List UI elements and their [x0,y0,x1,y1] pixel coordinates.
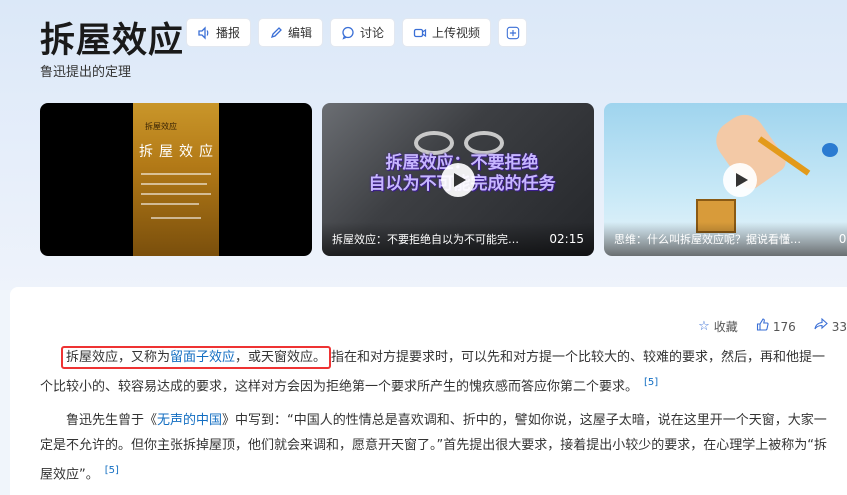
video-thumbnail-book: 拆屋效应 拆屋效应 [133,103,219,256]
definition-text: 拆屋效应，又称为 [66,350,171,365]
collect-button[interactable]: ☆ 收藏 [698,318,738,335]
video-duration: 02:15 [549,232,584,246]
video-title: 拆屋效应：不要拒绝自以为不可能完… [332,233,519,246]
video-card-3[interactable]: 思维：什么叫拆屋效应呢？据说看懂… 00 [604,103,847,256]
highlighted-definition: 拆屋效应，又称为留面子效应，或天窗效应。 [61,346,332,369]
video-card-1[interactable]: 拆屋效应 拆屋效应 [40,103,312,256]
video-card-2[interactable]: 拆屋效应：不要拒绝 自以为不可能完成的任务 拆屋效应：不要拒绝自以为不可能完… … [322,103,594,256]
plus-icon [506,26,520,40]
play-icon[interactable] [441,162,475,197]
thumbs-up-icon [756,318,769,335]
book-text-line [151,217,201,219]
page-title: 拆屋效应 [40,21,185,61]
reference-link[interactable]: [5] [105,465,119,476]
handcuff-right [464,131,504,155]
upload-video-button[interactable]: 上传视频 [402,18,492,47]
book-cover-title: 拆屋效应 [139,144,219,160]
video-camera-icon [413,26,427,40]
link-face-saving-effect[interactable]: 留面子效应 [170,350,235,365]
speaker-icon [197,25,211,40]
video-caption-bar: 思维：什么叫拆屋效应呢？据说看懂… 00 [604,222,847,256]
upload-video-label: 上传视频 [432,26,481,40]
article-paragraph-1: 拆屋效应，又称为留面子效应，或天窗效应。 指在和对方提要求时，可以先和对方提一个比… [40,345,830,399]
discuss-label: 讨论 [360,26,385,40]
pencil-icon [269,26,283,40]
handcuff-left [414,131,454,155]
share-count: 33 [831,319,847,334]
toolbar: 播报 编辑 讨论 上传视频 [186,18,528,47]
video-caption-bar: 拆屋效应：不要拒绝自以为不可能完… 02:15 [322,222,594,256]
share-button[interactable]: 33 [814,317,847,335]
bird-illustration [822,143,838,157]
book-text-line [141,173,211,175]
play-audio-label: 播报 [216,26,241,40]
chat-bubble-icon [341,26,355,40]
book-text-line [141,203,199,205]
book-text-line [141,183,207,185]
edit-label: 编辑 [288,26,313,40]
book-text-line [141,193,211,195]
play-audio-button[interactable]: 播报 [186,18,252,47]
like-count: 176 [772,319,796,334]
article-paragraph-2: 鲁迅先生曾于《无声的中国》中写到：“中国人的性情总是喜欢调和、折中的，譬如你说，… [40,408,830,487]
star-icon: ☆ [698,319,710,334]
definition-text-end: ，或天窗效应。 [235,350,327,365]
share-icon [814,317,828,335]
play-icon[interactable] [723,162,757,197]
page-subtitle: 鲁迅提出的定理 [40,65,132,80]
collect-label: 收藏 [713,320,738,334]
discuss-button[interactable]: 讨论 [330,18,396,47]
edit-button[interactable]: 编辑 [258,18,324,47]
article-actions: ☆ 收藏 176 33 [698,317,847,335]
video-title: 思维：什么叫拆屋效应呢？据说看懂… [614,233,801,246]
link-silent-china[interactable]: 无声的中国 [157,413,222,428]
like-button[interactable]: 176 [756,318,796,335]
reference-link[interactable]: [5] [644,377,658,388]
add-button[interactable] [498,18,528,47]
video-duration: 00 [838,232,847,246]
book-cover-heading: 拆屋效应 [145,122,177,131]
paragraph-2-start: 鲁迅先生曾于《 [66,413,158,428]
